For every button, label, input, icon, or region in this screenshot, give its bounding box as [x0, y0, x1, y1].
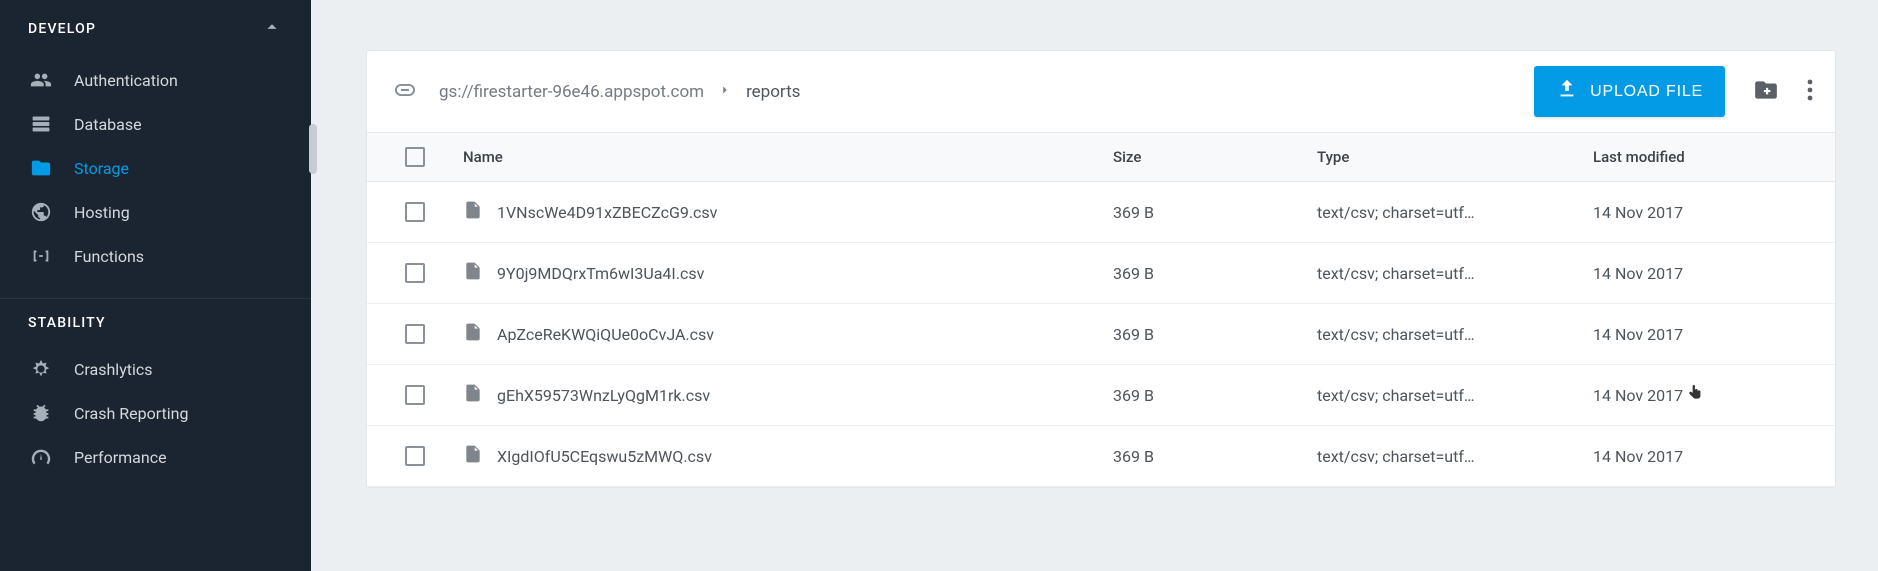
- sidebar: DEVELOP Authentication Database Storage …: [0, 0, 311, 571]
- section-label: STABILITY: [28, 315, 106, 331]
- file-icon: [463, 442, 483, 470]
- row-checkbox[interactable]: [405, 263, 425, 283]
- gauge-icon: [28, 444, 54, 470]
- section-header-stability[interactable]: STABILITY: [0, 309, 311, 347]
- section-header-develop[interactable]: DEVELOP: [0, 0, 311, 58]
- file-type: text/csv; charset=utf…: [1317, 264, 1517, 283]
- people-icon: [28, 67, 54, 93]
- column-header-modified[interactable]: Last modified: [1593, 148, 1835, 166]
- chevron-right-icon: [718, 82, 732, 102]
- sidebar-item-label: Performance: [74, 448, 167, 467]
- breadcrumb-bucket[interactable]: gs://firestarter-96e46.appspot.com: [439, 82, 704, 102]
- file-modified: 14 Nov 2017: [1593, 325, 1835, 344]
- sidebar-item-label: Database: [74, 115, 142, 134]
- row-checkbox[interactable]: [405, 446, 425, 466]
- sidebar-item-crash-reporting[interactable]: Crash Reporting: [0, 391, 311, 435]
- file-size: 369 B: [1113, 386, 1317, 405]
- database-icon: [28, 111, 54, 137]
- functions-icon: [28, 243, 54, 269]
- section-label: DEVELOP: [28, 21, 96, 37]
- sidebar-item-functions[interactable]: Functions: [0, 234, 311, 278]
- file-modified: 14 Nov 2017: [1593, 203, 1835, 222]
- table-row[interactable]: XIgdIOfU5CEqswu5zMWQ.csv 369 B text/csv;…: [367, 426, 1835, 487]
- table-header: Name Size Type Last modified: [367, 133, 1835, 182]
- sidebar-item-database[interactable]: Database: [0, 102, 311, 146]
- folder-icon: [28, 155, 54, 181]
- file-icon: [463, 320, 483, 348]
- main-content: gs://firestarter-96e46.appspot.com repor…: [311, 0, 1878, 571]
- table-row[interactable]: gEhX59573WnzLyQgM1rk.csv 369 B text/csv;…: [367, 365, 1835, 426]
- upload-file-button[interactable]: UPLOAD FILE: [1534, 66, 1725, 117]
- column-header-size[interactable]: Size: [1113, 148, 1317, 166]
- file-modified: 14 Nov 2017: [1593, 264, 1835, 283]
- file-list: 1VNscWe4D91xZBECZcG9.csv 369 B text/csv;…: [367, 182, 1835, 487]
- sidebar-item-label: Authentication: [74, 71, 178, 90]
- file-size: 369 B: [1113, 264, 1317, 283]
- breadcrumb-folder[interactable]: reports: [746, 82, 800, 102]
- divider: [0, 298, 311, 299]
- select-all-checkbox[interactable]: [405, 147, 425, 167]
- crashlytics-icon: [28, 356, 54, 382]
- file-size: 369 B: [1113, 447, 1317, 466]
- table-row[interactable]: ApZceReKWQiQUe0oCvJA.csv 369 B text/csv;…: [367, 304, 1835, 365]
- file-type: text/csv; charset=utf…: [1317, 325, 1517, 344]
- bug-icon: [28, 400, 54, 426]
- link-icon[interactable]: [393, 78, 417, 106]
- upload-label: UPLOAD FILE: [1590, 83, 1703, 101]
- row-checkbox[interactable]: [405, 385, 425, 405]
- file-icon: [463, 259, 483, 287]
- file-name: XIgdIOfU5CEqswu5zMWQ.csv: [497, 447, 712, 466]
- file-modified: 14 Nov 2017: [1593, 386, 1835, 405]
- new-folder-button[interactable]: [1753, 77, 1779, 107]
- file-type: text/csv; charset=utf…: [1317, 386, 1517, 405]
- sidebar-item-label: Crash Reporting: [74, 404, 188, 423]
- sidebar-item-storage[interactable]: Storage: [0, 146, 311, 190]
- sidebar-item-performance[interactable]: Performance: [0, 435, 311, 479]
- sidebar-item-hosting[interactable]: Hosting: [0, 190, 311, 234]
- file-type: text/csv; charset=utf…: [1317, 447, 1517, 466]
- table-row[interactable]: 1VNscWe4D91xZBECZcG9.csv 369 B text/csv;…: [367, 182, 1835, 243]
- globe-icon: [28, 199, 54, 225]
- row-checkbox[interactable]: [405, 324, 425, 344]
- more-options-button[interactable]: [1807, 78, 1813, 106]
- chevron-up-icon: [261, 16, 283, 42]
- file-name: ApZceReKWQiQUe0oCvJA.csv: [497, 325, 714, 344]
- toolbar: gs://firestarter-96e46.appspot.com repor…: [367, 51, 1835, 133]
- file-name: gEhX59573WnzLyQgM1rk.csv: [497, 386, 710, 405]
- file-modified: 14 Nov 2017: [1593, 447, 1835, 466]
- sidebar-item-label: Crashlytics: [74, 360, 153, 379]
- sidebar-item-crashlytics[interactable]: Crashlytics: [0, 347, 311, 391]
- sidebar-item-label: Storage: [74, 159, 129, 178]
- sidebar-item-label: Hosting: [74, 203, 130, 222]
- column-header-name[interactable]: Name: [463, 148, 1113, 166]
- file-icon: [463, 198, 483, 226]
- file-type: text/csv; charset=utf…: [1317, 203, 1517, 222]
- storage-panel: gs://firestarter-96e46.appspot.com repor…: [366, 50, 1836, 488]
- file-name: 9Y0j9MDQrxTm6wI3Ua4I.csv: [497, 264, 704, 283]
- table-row[interactable]: 9Y0j9MDQrxTm6wI3Ua4I.csv 369 B text/csv;…: [367, 243, 1835, 304]
- column-header-type[interactable]: Type: [1317, 148, 1593, 166]
- file-size: 369 B: [1113, 203, 1317, 222]
- sidebar-item-authentication[interactable]: Authentication: [0, 58, 311, 102]
- file-name: 1VNscWe4D91xZBECZcG9.csv: [497, 203, 717, 222]
- sidebar-item-label: Functions: [74, 247, 144, 266]
- row-checkbox[interactable]: [405, 202, 425, 222]
- upload-icon: [1556, 78, 1578, 105]
- file-size: 369 B: [1113, 325, 1317, 344]
- breadcrumb: gs://firestarter-96e46.appspot.com repor…: [439, 82, 800, 102]
- scrollbar[interactable]: [309, 124, 317, 174]
- file-icon: [463, 381, 483, 409]
